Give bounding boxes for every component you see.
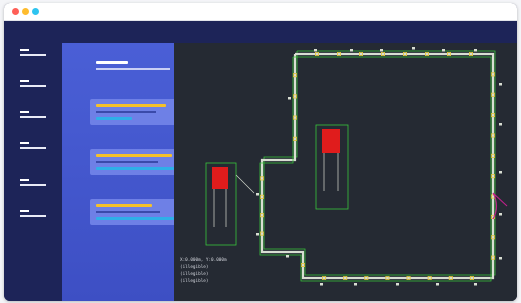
layer-card-3[interactable] xyxy=(90,199,176,225)
floor-plan-canvas[interactable]: X:0.000m, Y:0.000m (illegible) (illegibl… xyxy=(174,43,517,301)
card-line xyxy=(96,161,158,163)
card-accent xyxy=(96,167,174,170)
wall-tick xyxy=(396,283,399,286)
wall-tick xyxy=(499,213,502,216)
menu-lines-icon xyxy=(20,142,29,144)
menu-lines-icon xyxy=(20,49,29,51)
menu-lines-icon xyxy=(20,210,29,212)
readout-line-4: (illegible) xyxy=(180,279,209,284)
navigation-rail xyxy=(4,21,62,301)
zoom-icon[interactable] xyxy=(32,8,39,15)
wall-tick xyxy=(499,83,502,86)
app-window: X:0.000m, Y:0.000m (illegible) (illegibl… xyxy=(4,3,517,301)
card-highlight xyxy=(96,204,152,207)
nav-item-2[interactable] xyxy=(20,80,46,87)
card-accent xyxy=(96,217,174,220)
wall-tick xyxy=(314,49,317,52)
nav-item-4[interactable] xyxy=(20,142,46,149)
nav-bar xyxy=(20,184,46,186)
wall-tick xyxy=(350,49,353,52)
wall-tick xyxy=(499,257,502,260)
minimize-icon[interactable] xyxy=(22,8,29,15)
wall-tick xyxy=(256,193,259,196)
wall-tick xyxy=(354,283,357,286)
readout-line-3: (illegible) xyxy=(180,272,209,277)
nav-item-1[interactable] xyxy=(20,49,46,56)
close-icon[interactable] xyxy=(12,8,19,15)
connector-line xyxy=(235,174,255,194)
menu-lines-icon xyxy=(20,80,29,82)
wall-tick xyxy=(499,123,502,126)
app-body: X:0.000m, Y:0.000m (illegible) (illegibl… xyxy=(4,21,517,301)
readout-line-1: X:0.000m, Y:0.000m xyxy=(180,258,227,263)
panel-title xyxy=(96,61,128,64)
card-highlight xyxy=(96,154,172,157)
layer-card-1[interactable] xyxy=(90,99,176,125)
nav-bar xyxy=(20,85,46,87)
nav-item-3[interactable] xyxy=(20,111,46,118)
layer-card-2[interactable] xyxy=(90,149,176,175)
wall-tick xyxy=(320,283,323,286)
wall-tick xyxy=(380,49,383,52)
wall-tick xyxy=(436,283,439,286)
wall-outer-outline xyxy=(263,50,496,276)
wall-tick xyxy=(474,283,477,286)
menu-lines-icon xyxy=(20,179,29,181)
nav-item-6[interactable] xyxy=(20,210,46,217)
title-bar xyxy=(4,3,517,21)
wall-tick xyxy=(474,49,477,52)
readout-line-2: (illegible) xyxy=(180,265,209,270)
card-accent xyxy=(96,117,132,120)
device-center xyxy=(322,129,340,153)
menu-lines-icon xyxy=(20,111,29,113)
nav-bar xyxy=(20,116,46,118)
card-highlight xyxy=(96,104,166,107)
nav-bar xyxy=(20,54,46,56)
wall-tick xyxy=(288,97,291,100)
layers-panel xyxy=(62,43,176,301)
nav-item-5[interactable] xyxy=(20,179,46,186)
wall-tick xyxy=(499,171,502,174)
nav-bar xyxy=(20,215,46,217)
panel-subtitle xyxy=(96,68,170,70)
device-left xyxy=(212,167,228,189)
card-line xyxy=(96,111,156,113)
card-line xyxy=(96,211,160,213)
wall-tick xyxy=(256,233,259,236)
nav-bar xyxy=(20,147,46,149)
coordinate-readout: X:0.000m, Y:0.000m (illegible) (illegibl… xyxy=(180,257,310,285)
wall-tick xyxy=(412,47,415,50)
panel-header xyxy=(96,61,170,70)
wall-tick xyxy=(442,49,445,52)
